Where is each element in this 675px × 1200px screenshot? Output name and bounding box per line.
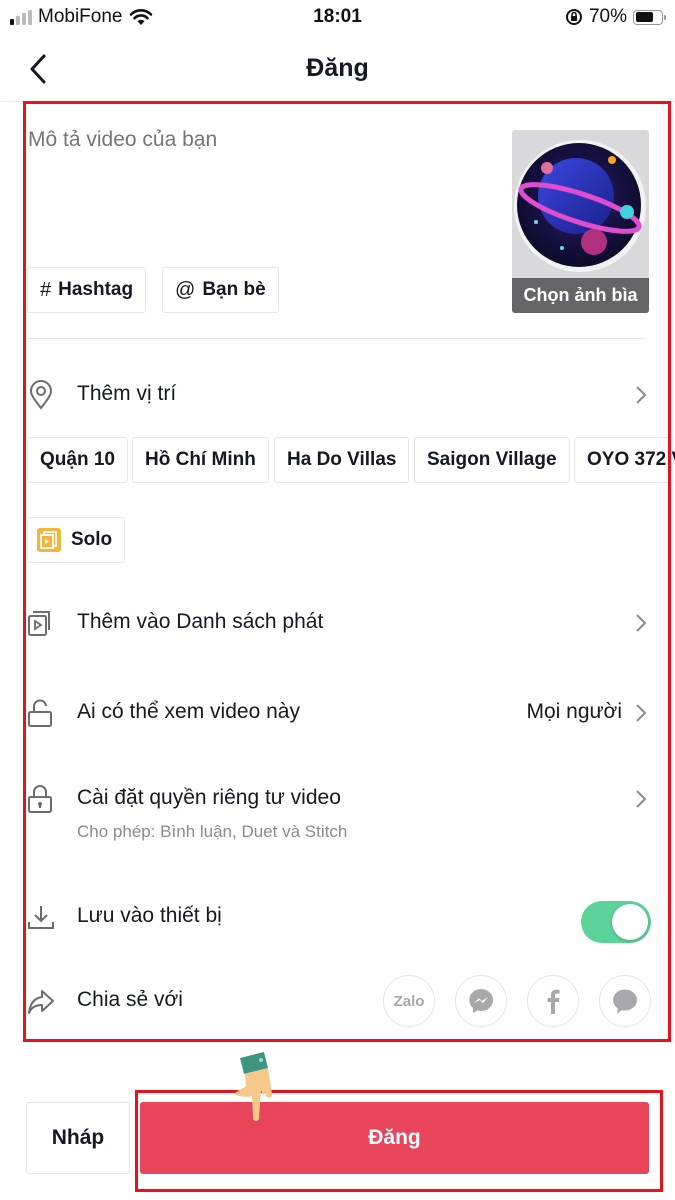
add-location-row[interactable]: Thêm vị trí bbox=[26, 370, 650, 420]
share-messenger-button[interactable] bbox=[455, 975, 507, 1027]
share-targets: Zalo bbox=[383, 975, 651, 1027]
share-arrow-icon bbox=[28, 990, 54, 1014]
who-can-view-value: Mọi người bbox=[526, 700, 622, 723]
share-zalo-button[interactable]: Zalo bbox=[383, 975, 435, 1027]
location-chip-label: Hồ Chí Minh bbox=[145, 449, 256, 470]
location-pin-icon bbox=[29, 380, 53, 410]
location-chip-label: OYO 372 V bbox=[587, 449, 675, 470]
battery-icon bbox=[633, 9, 666, 25]
chevron-right-icon bbox=[636, 614, 647, 632]
draft-button[interactable]: Nháp bbox=[26, 1102, 130, 1174]
header: Đăng bbox=[0, 36, 675, 102]
cover-thumbnail bbox=[514, 140, 646, 272]
location-chip[interactable]: Saigon Village bbox=[414, 437, 570, 483]
zalo-icon: Zalo bbox=[393, 992, 425, 1010]
save-to-device-toggle[interactable] bbox=[581, 901, 651, 943]
hash-icon: # bbox=[40, 278, 52, 301]
battery-percent: 70% bbox=[588, 6, 627, 27]
save-to-device-label: Lưu vào thiết bị bbox=[77, 904, 222, 927]
location-chip[interactable]: Quận 10 bbox=[27, 437, 128, 483]
privacy-settings-subtitle: Cho phép: Bình luận, Duet và Stitch bbox=[77, 822, 348, 841]
mention-label: Bạn bè bbox=[202, 279, 266, 300]
message-bubble-icon bbox=[613, 989, 637, 1014]
playlist-label: Thêm vào Danh sách phát bbox=[77, 610, 324, 633]
cover-label: Chọn ảnh bìa bbox=[512, 278, 649, 313]
facebook-icon bbox=[547, 989, 560, 1014]
messenger-icon bbox=[469, 988, 494, 1013]
chevron-right-icon bbox=[636, 704, 647, 722]
location-chip[interactable]: Ha Do Villas bbox=[274, 437, 410, 483]
who-can-view-row[interactable]: Ai có thể xem video này Mọi người bbox=[26, 688, 650, 738]
hashtag-button[interactable]: # Hashtag bbox=[27, 267, 147, 313]
share-with-label: Chia sẻ với bbox=[77, 988, 183, 1011]
hashtag-label: Hashtag bbox=[58, 279, 134, 300]
chevron-right-icon bbox=[636, 790, 647, 808]
add-to-playlist-row[interactable]: Thêm vào Danh sách phát bbox=[26, 598, 650, 648]
post-button[interactable]: Đăng bbox=[140, 1102, 649, 1174]
unlock-icon bbox=[28, 699, 52, 727]
status-bar: MobiFone 18:01 70% bbox=[0, 0, 675, 36]
page-title: Đăng bbox=[306, 54, 369, 82]
description-input[interactable] bbox=[28, 128, 488, 238]
effect-chip-label: Solo bbox=[71, 529, 113, 550]
chevron-right-icon bbox=[636, 386, 647, 404]
mention-friends-button[interactable]: @ Bạn bè bbox=[162, 267, 279, 313]
save-to-device-row: Lưu vào thiết bị bbox=[26, 892, 650, 942]
pointing-hand-icon bbox=[234, 1052, 272, 1121]
at-icon: @ bbox=[175, 278, 196, 301]
playlist-icon bbox=[28, 611, 50, 636]
location-chip-label: Quận 10 bbox=[40, 449, 115, 470]
lock-icon bbox=[28, 785, 52, 813]
privacy-settings-label: Cài đặt quyền riêng tư video bbox=[77, 786, 341, 809]
privacy-settings-row[interactable]: Cài đặt quyền riêng tư video Cho phép: B… bbox=[26, 774, 650, 854]
toggle-knob bbox=[612, 904, 648, 940]
select-cover-button[interactable]: Chọn ảnh bìa bbox=[512, 130, 649, 313]
share-facebook-button[interactable] bbox=[527, 975, 579, 1027]
location-chip[interactable]: OYO 372 V bbox=[574, 437, 675, 483]
solo-effect-icon bbox=[37, 528, 61, 552]
share-message-button[interactable] bbox=[599, 975, 651, 1027]
effect-chip-solo[interactable]: Solo bbox=[27, 517, 126, 563]
rotation-lock-icon bbox=[565, 9, 582, 25]
add-location-label: Thêm vị trí bbox=[77, 382, 177, 405]
divider bbox=[26, 338, 646, 339]
who-can-view-label: Ai có thể xem video này bbox=[77, 700, 300, 723]
download-icon bbox=[28, 906, 54, 929]
location-chip[interactable]: Hồ Chí Minh bbox=[132, 437, 269, 483]
location-chip-label: Saigon Village bbox=[427, 449, 557, 470]
location-chip-label: Ha Do Villas bbox=[287, 449, 397, 470]
